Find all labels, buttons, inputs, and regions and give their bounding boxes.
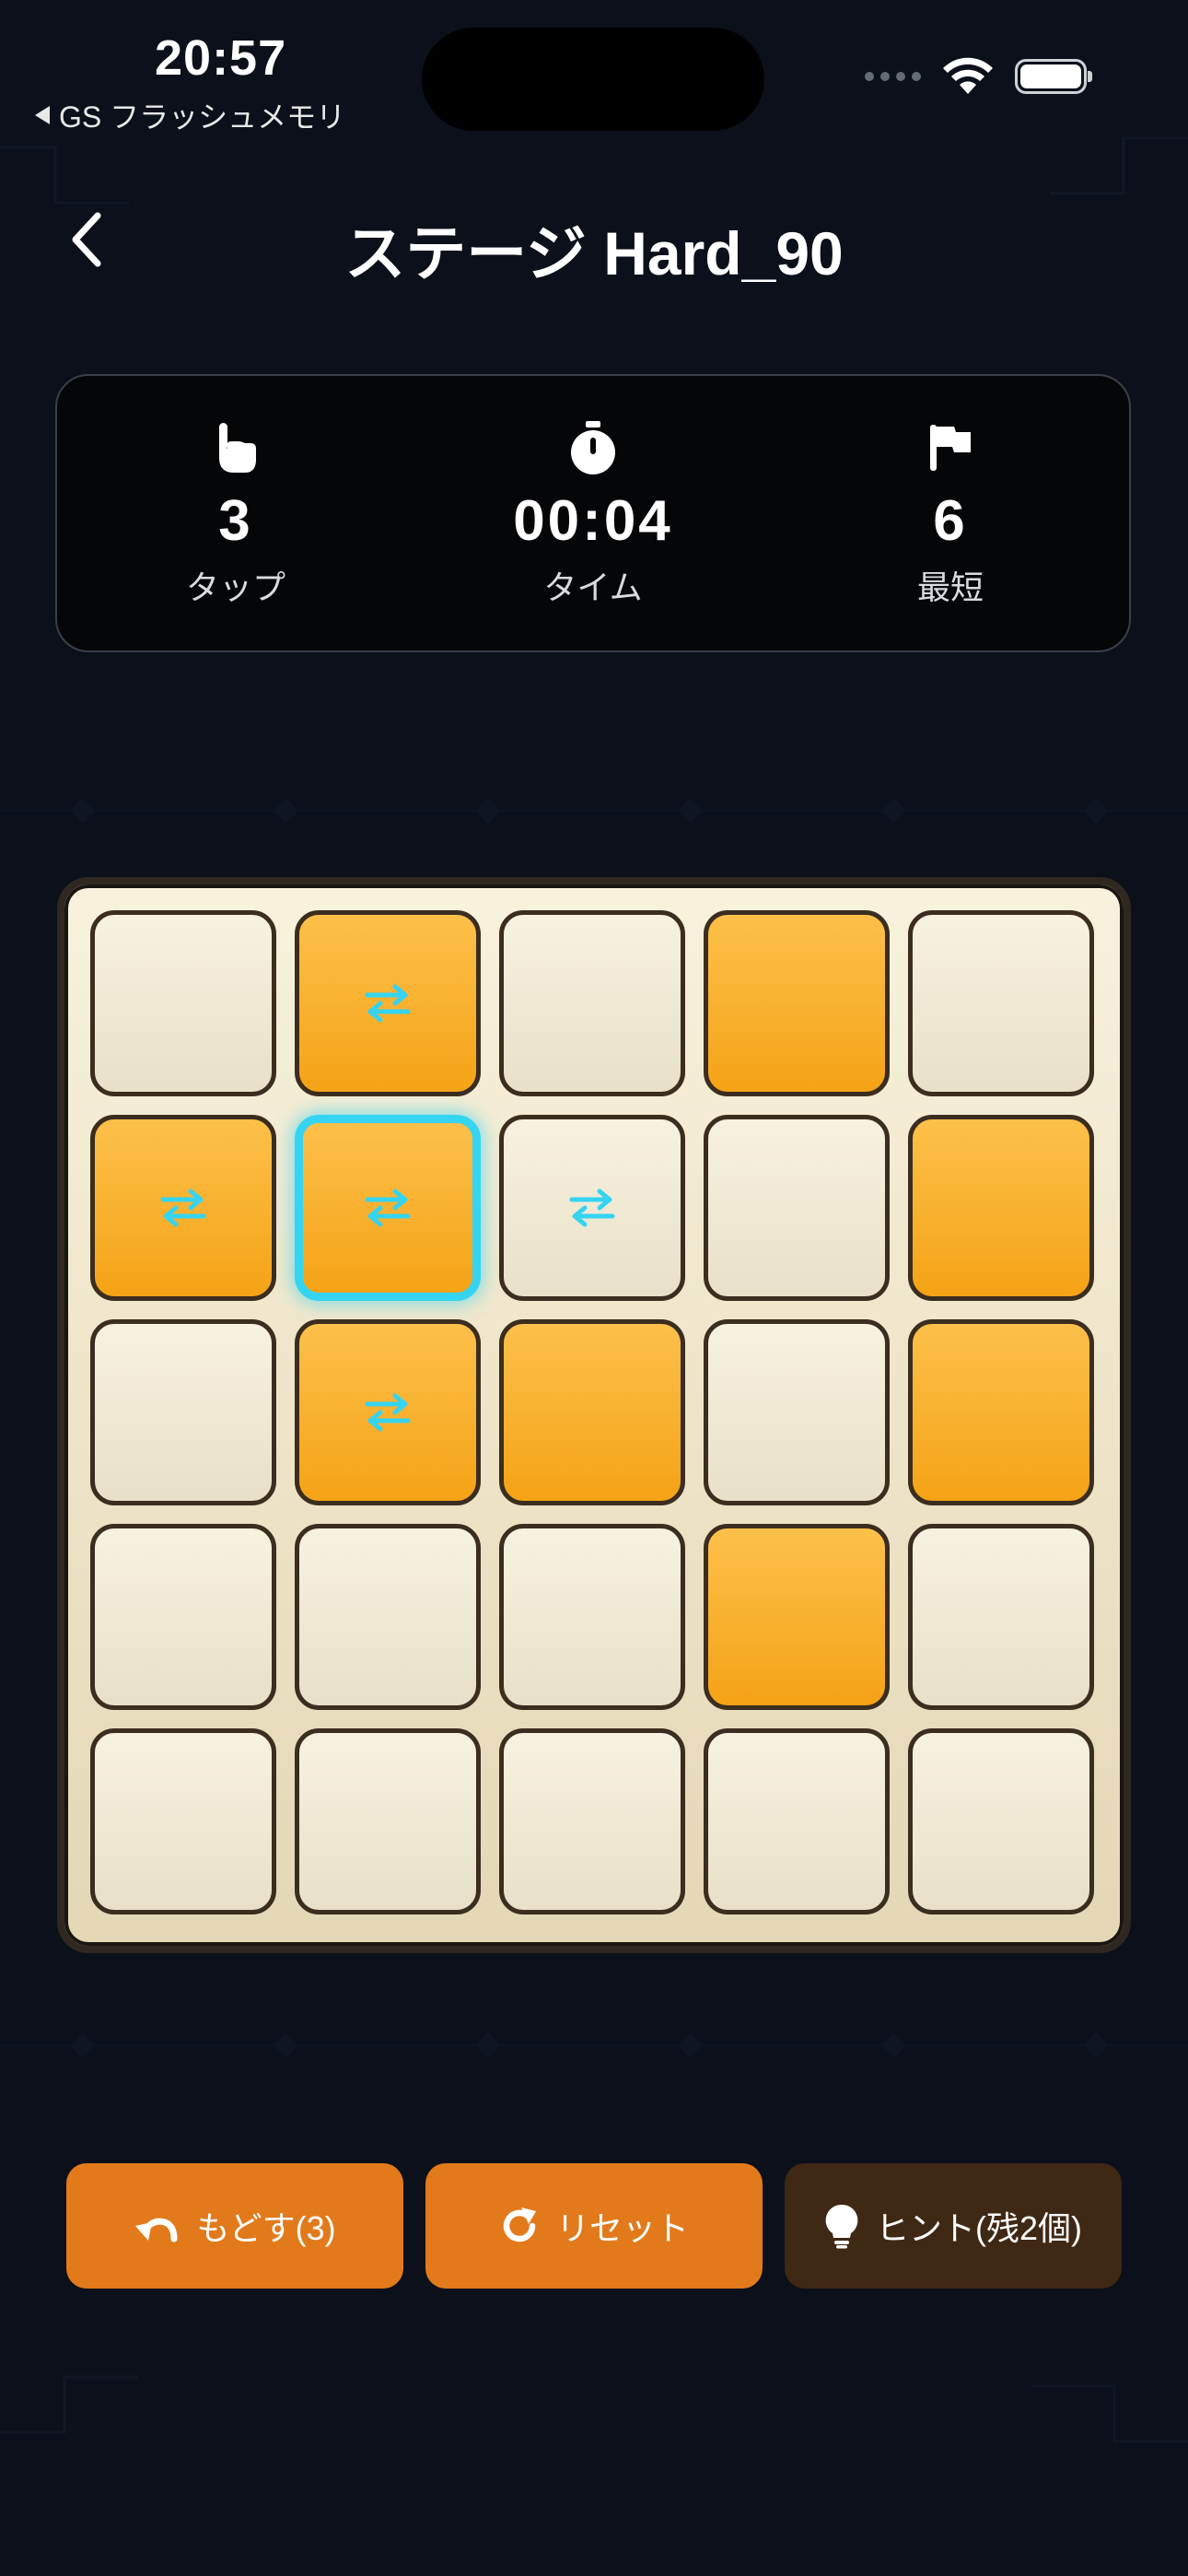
time-label: タイム	[543, 568, 643, 606]
undo-icon	[135, 2218, 178, 2242]
tap-hand-icon	[214, 420, 258, 475]
status-time: 20:57	[155, 30, 287, 86]
hint-button[interactable]: ヒント(残2個)	[785, 2163, 1122, 2289]
board-cell-r1c2[interactable]	[295, 910, 481, 1096]
back-to-app-label: GS フラッシュメモリ	[59, 100, 346, 134]
board-cell-r1c1[interactable]	[90, 910, 276, 1096]
stat-best: 6 最短	[772, 376, 1129, 650]
board-cell-r1c5[interactable]	[908, 910, 1094, 1096]
dynamic-island	[422, 28, 764, 131]
swap-arrows-icon	[365, 984, 411, 1023]
back-triangle-icon	[35, 106, 50, 124]
board-cell-r2c5[interactable]	[908, 1115, 1094, 1301]
reset-button[interactable]: リセット	[425, 2163, 763, 2289]
game-board	[57, 877, 1131, 1953]
board-cell-r1c3[interactable]	[499, 910, 685, 1096]
stat-time: 00:04 タイム	[414, 376, 772, 650]
hint-label: ヒント(残2個)	[876, 2209, 1082, 2247]
board-cell-r5c4[interactable]	[704, 1728, 890, 1914]
board-cell-r3c5[interactable]	[908, 1319, 1094, 1505]
board-cell-r5c5[interactable]	[908, 1728, 1094, 1914]
board-cell-r4c4[interactable]	[704, 1524, 890, 1710]
board-cell-r2c2[interactable]	[295, 1115, 481, 1301]
swap-arrows-icon	[365, 1393, 411, 1432]
best-moves: 6	[933, 489, 968, 553]
status-indicators	[865, 57, 1092, 96]
reset-label: リセット	[555, 2209, 689, 2247]
swap-arrows-icon	[569, 1188, 615, 1227]
board-cell-r4c5[interactable]	[908, 1524, 1094, 1710]
reset-icon	[503, 2207, 536, 2242]
undo-button[interactable]: もどす(3)	[66, 2163, 403, 2289]
undo-label: もどす(3)	[196, 2209, 336, 2247]
board-cell-r2c4[interactable]	[704, 1115, 890, 1301]
tap-label: タップ	[185, 568, 285, 606]
board-cell-r4c3[interactable]	[499, 1524, 685, 1710]
board-cell-r3c2[interactable]	[295, 1319, 481, 1505]
tap-count: 3	[218, 489, 253, 553]
battery-icon	[1015, 59, 1092, 94]
board-cell-r5c3[interactable]	[499, 1728, 685, 1914]
swap-arrows-icon	[365, 1188, 411, 1227]
status-bar: 20:57 GS フラッシュメモリ	[0, 0, 1188, 138]
lightbulb-icon	[825, 2204, 858, 2249]
flag-icon	[928, 420, 973, 475]
board-cell-r4c2[interactable]	[295, 1524, 481, 1710]
board-cell-r3c4[interactable]	[704, 1319, 890, 1505]
board-cell-r2c1[interactable]	[90, 1115, 276, 1301]
stats-panel: 3 タップ 00:04 タイム 6 最短	[55, 374, 1131, 652]
swap-arrows-icon	[160, 1188, 206, 1227]
board-cell-r4c1[interactable]	[90, 1524, 276, 1710]
page-title: ステージ Hard_90	[344, 219, 844, 287]
cellular-signal-icon	[865, 72, 921, 81]
board-cell-r1c4[interactable]	[704, 910, 890, 1096]
board-cell-r2c3[interactable]	[499, 1115, 685, 1301]
best-label: 最短	[916, 568, 984, 606]
board-cell-r3c1[interactable]	[90, 1319, 276, 1505]
wifi-icon	[943, 57, 993, 94]
board-cell-r5c2[interactable]	[295, 1728, 481, 1914]
stat-taps: 3 タップ	[57, 376, 414, 650]
board-cell-r5c1[interactable]	[90, 1728, 276, 1914]
elapsed-time: 00:04	[513, 489, 673, 553]
board-cell-r3c3[interactable]	[499, 1319, 685, 1505]
header: ステージ Hard_90	[0, 184, 1188, 295]
back-to-app-link[interactable]: GS フラッシュメモリ	[33, 94, 345, 136]
stopwatch-icon	[568, 420, 618, 475]
